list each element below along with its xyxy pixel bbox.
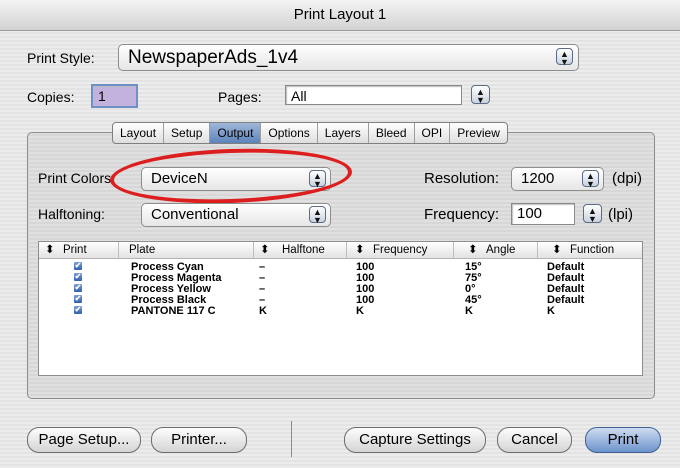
copies-field[interactable]: 1 <box>91 84 138 108</box>
column-header-print[interactable]: ⬍ Print <box>39 242 119 258</box>
popup-arrows-icon: ▲ ▼ <box>556 48 573 67</box>
sort-arrows-icon: ⬍ <box>552 244 562 256</box>
column-header-plate[interactable]: Plate <box>119 242 254 258</box>
tab-bleed[interactable]: Bleed <box>367 123 414 143</box>
tab-layers[interactable]: Layers <box>316 123 368 143</box>
sort-arrows-icon: ⬍ <box>355 244 365 256</box>
frequency-label: Frequency: <box>424 206 500 223</box>
button-separator <box>291 421 292 457</box>
pages-label: Pages: <box>218 89 262 105</box>
resolution-popup[interactable]: 1200 ▲ ▼ <box>511 167 604 191</box>
checkbox-checked-icon[interactable]: ✔ <box>74 262 82 270</box>
resolution-unit: (dpi) <box>612 170 643 187</box>
checkbox-checked-icon[interactable]: ✔ <box>74 284 82 292</box>
sort-arrows-icon: ⬍ <box>468 244 478 256</box>
table-row[interactable]: ✔ PANTONE 117 C K K K K <box>39 306 642 317</box>
sort-arrows-icon: ⬍ <box>260 244 270 256</box>
window-title: Print Layout 1 <box>0 0 680 31</box>
halftoning-value: Conventional <box>151 206 239 223</box>
cancel-button[interactable]: Cancel <box>497 427 572 453</box>
print-layout-dialog: Print Layout 1 Print Style: NewspaperAds… <box>0 0 680 468</box>
plates-table: ⬍ Print Plate ⬍ Halftone ⬍ Frequency ⬍ A… <box>38 241 643 376</box>
print-style-value: NewspaperAds_1v4 <box>128 47 299 68</box>
pages-field[interactable]: All <box>285 85 462 105</box>
column-header-angle[interactable]: ⬍ Angle <box>454 242 538 258</box>
checkbox-checked-icon[interactable]: ✔ <box>74 295 82 303</box>
tab-layout[interactable]: Layout <box>113 123 163 143</box>
tab-options[interactable]: Options <box>260 123 316 143</box>
halftoning-popup[interactable]: Conventional ▲ ▼ <box>141 203 331 227</box>
frequency-field[interactable]: 100 <box>511 203 575 225</box>
column-header-frequency[interactable]: ⬍ Frequency <box>347 242 454 258</box>
popup-arrows-icon: ▲ ▼ <box>309 206 326 225</box>
pages-popup-arrows-icon[interactable]: ▲ ▼ <box>471 85 490 105</box>
tab-bar: Layout Setup Output Options Layers Bleed… <box>112 122 508 144</box>
checkbox-checked-icon[interactable]: ✔ <box>74 273 82 281</box>
frequency-popup-arrows-icon[interactable]: ▲ ▼ <box>583 204 602 224</box>
sort-arrows-icon: ⬍ <box>45 244 55 256</box>
checkbox-checked-icon[interactable]: ✔ <box>74 306 82 314</box>
printer-button[interactable]: Printer... <box>151 427 247 453</box>
tab-opi[interactable]: OPI <box>413 123 450 143</box>
resolution-label: Resolution: <box>424 170 500 187</box>
tab-preview[interactable]: Preview <box>449 123 507 143</box>
print-style-label: Print Style: <box>27 50 95 66</box>
print-colors-label: Print Colors <box>38 170 112 186</box>
tab-setup[interactable]: Setup <box>163 123 209 143</box>
capture-settings-button[interactable]: Capture Settings <box>344 427 486 453</box>
print-style-popup[interactable]: NewspaperAds_1v4 ▲ ▼ <box>118 44 579 71</box>
tab-output[interactable]: Output <box>209 123 261 143</box>
column-header-function[interactable]: ⬍ Function <box>538 242 642 258</box>
print-button[interactable]: Print <box>585 427 661 453</box>
resolution-value: 1200 <box>521 170 555 187</box>
table-header: ⬍ Print Plate ⬍ Halftone ⬍ Frequency ⬍ A… <box>39 242 642 259</box>
popup-arrows-icon: ▲ ▼ <box>582 170 599 189</box>
column-header-halftone[interactable]: ⬍ Halftone <box>254 242 347 258</box>
frequency-unit: (lpi) <box>608 206 633 223</box>
copies-label: Copies: <box>27 89 75 105</box>
halftoning-label: Halftoning: <box>38 206 105 222</box>
page-setup-button[interactable]: Page Setup... <box>27 427 141 453</box>
